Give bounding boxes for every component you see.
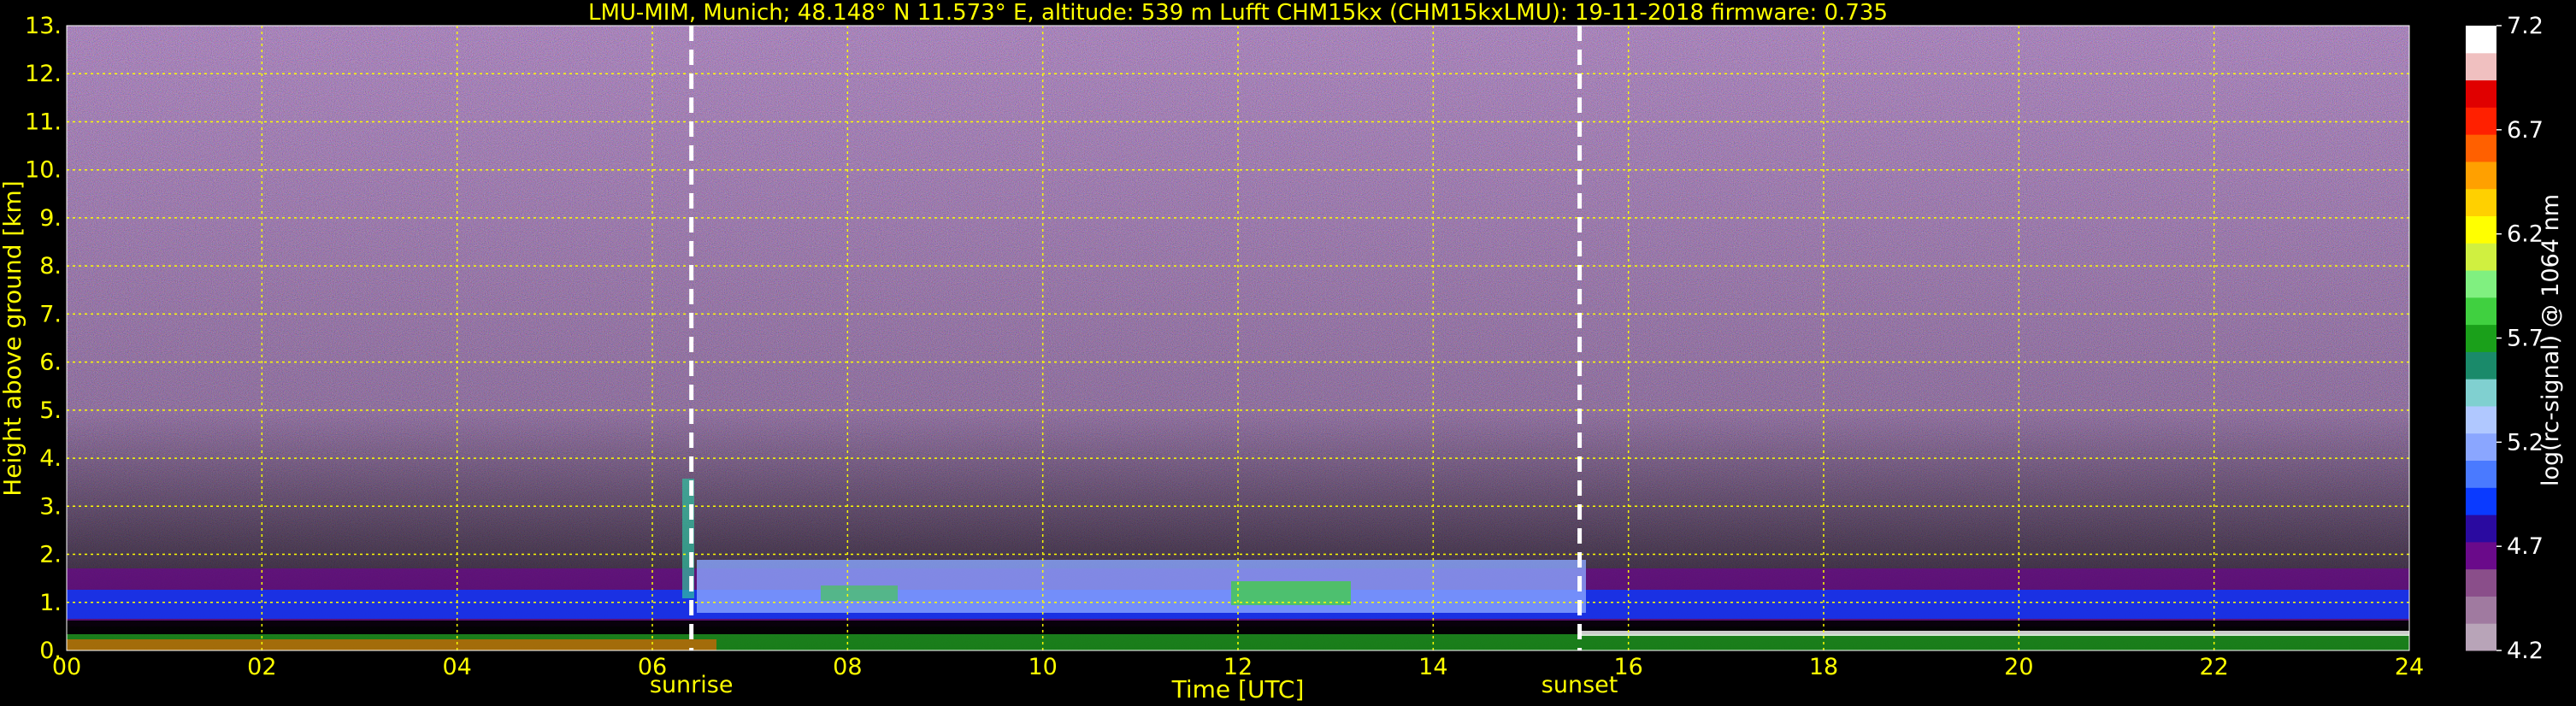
y-tick-label: 1. <box>39 590 62 616</box>
x-tick-label: 20 <box>2004 654 2033 680</box>
colorbar-segment <box>2466 596 2496 624</box>
colorbar-segment <box>2466 515 2496 543</box>
x-tick-label: 02 <box>247 654 276 680</box>
colorbar-tick-label: 6.7 <box>2507 117 2544 144</box>
x-tick-labels: 00 02 04 06 08 10 12 14 16 18 20 22 24 <box>52 654 2424 680</box>
colorbar-segment <box>2466 52 2496 81</box>
x-tick-label: 10 <box>1028 654 1057 680</box>
colorbar-segment <box>2466 270 2496 298</box>
y-tick-label: 10. <box>25 157 62 184</box>
colorbar-segment <box>2466 297 2496 326</box>
y-axis-label: Height above ground [km] <box>0 180 27 497</box>
colorbar-segment <box>2466 487 2496 515</box>
colorbar-segment <box>2466 215 2496 244</box>
x-tick-label: 18 <box>1809 654 1838 680</box>
colorbar-segment <box>2466 623 2496 651</box>
colorbar-segment <box>2466 26 2496 54</box>
y-tick-label: 0. <box>39 638 62 664</box>
colorbar: 4.24.75.25.76.26.77.2 <box>2466 13 2544 664</box>
colorbar-segment <box>2466 79 2496 108</box>
y-tick-label: 3. <box>39 493 62 520</box>
x-tick-label: 12 <box>1223 654 1253 680</box>
morning-green-layer <box>821 585 898 601</box>
y-tick-labels: 0. 1. 2. 3. 4. 5. 6. 7. 8. 9. 10. 11. 12. 13. <box>25 13 62 664</box>
midday-green-layer <box>1231 581 1351 605</box>
colorbar-segment <box>2466 351 2496 379</box>
colorbar-segment <box>2466 324 2496 352</box>
colorbar-segment <box>2466 134 2496 162</box>
x-tick-label: 16 <box>1613 654 1642 680</box>
colorbar-segment <box>2466 541 2496 570</box>
y-tick-label: 13. <box>25 13 62 39</box>
colorbar-segment <box>2466 432 2496 462</box>
y-tick-label: 11. <box>25 109 62 135</box>
x-tick-label: 08 <box>833 654 862 680</box>
y-tick-label: 4. <box>39 445 62 472</box>
colorbar-segment <box>2466 107 2496 135</box>
surface-white-line <box>1582 631 2409 636</box>
colorbar-tick-label: 7.2 <box>2507 13 2544 39</box>
x-tick-label: 24 <box>2395 654 2424 680</box>
colorbar-segment <box>2466 568 2496 597</box>
chart-title: LMU-MIM, Munich; 48.148° N 11.573° E, al… <box>588 0 1888 26</box>
y-tick-label: 2. <box>39 542 62 568</box>
colorbar-segment <box>2466 188 2496 216</box>
y-tick-label: 6. <box>39 350 62 376</box>
x-tick-label: 14 <box>1418 654 1447 680</box>
x-tick-label: 22 <box>2199 654 2228 680</box>
x-tick-label: 04 <box>442 654 471 680</box>
x-tick-label: 06 <box>638 654 667 680</box>
colorbar-segment <box>2466 405 2496 434</box>
colorbar-segment <box>2466 379 2496 407</box>
annotation-label-sunset: sunset <box>1541 672 1618 698</box>
y-tick-label: 8. <box>39 253 62 279</box>
colorbar-tick-label: 4.7 <box>2507 533 2544 560</box>
colorbar-segment <box>2466 243 2496 271</box>
colorbar-segment <box>2466 161 2496 190</box>
y-tick-label: 5. <box>39 397 62 424</box>
y-tick-label: 12. <box>25 61 62 87</box>
y-tick-label: 7. <box>39 301 62 327</box>
surface-strong-return <box>67 639 716 650</box>
colorbar-label: log(rc-signal) @ 1064 nm <box>2538 194 2564 486</box>
colorbar-segment <box>2466 460 2496 488</box>
lidar-quicklook-chart: sunrise sunset LMU-MIM, Munich; 48.148° N… <box>0 0 2564 703</box>
y-tick-label: 9. <box>39 205 62 232</box>
colorbar-tick-label: 4.2 <box>2507 638 2544 664</box>
